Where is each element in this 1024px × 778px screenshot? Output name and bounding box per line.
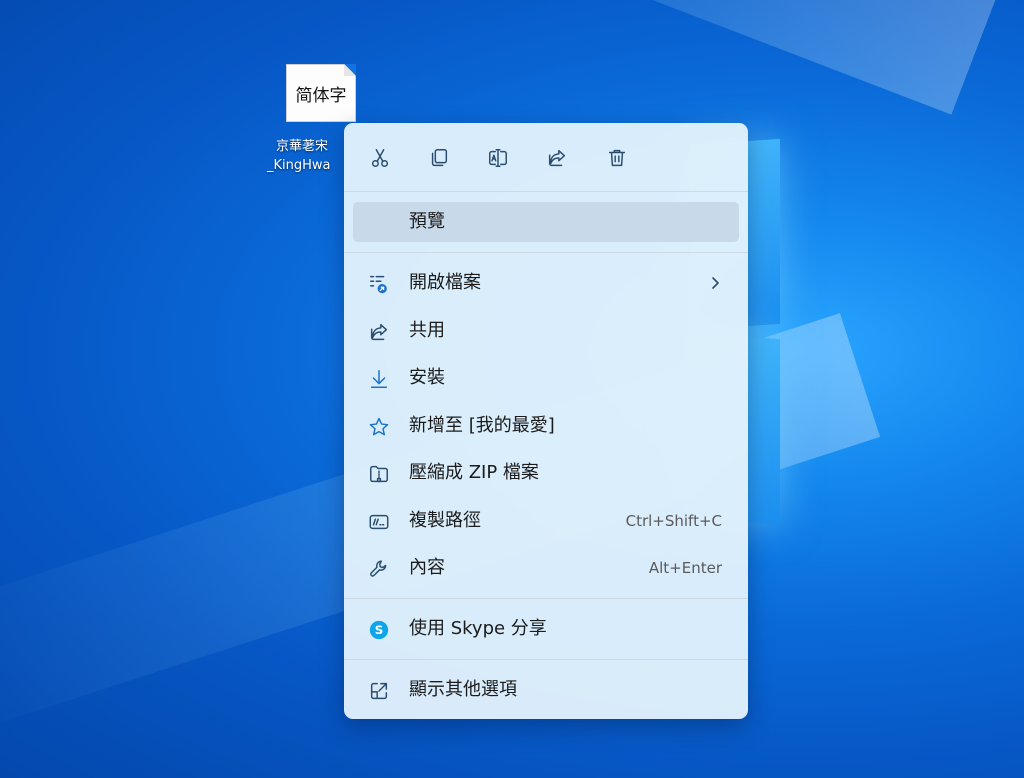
- menu-divider: [344, 659, 748, 660]
- shortcut-label: Ctrl+Shift+C: [625, 512, 722, 530]
- scissors-icon: [371, 149, 389, 167]
- cut-button[interactable]: [365, 143, 395, 173]
- download-icon: [367, 367, 391, 391]
- menu-item-label: 使用 Skype 分享: [409, 618, 547, 639]
- font-thumbnail-text: 简体字: [295, 85, 347, 106]
- menu-item-add-favorite[interactable]: 新增至 [我的最愛]: [353, 406, 739, 446]
- menu-item-label: 開啟檔案: [409, 272, 481, 293]
- share-icon: [367, 320, 391, 344]
- rename-button[interactable]: [483, 143, 513, 173]
- menu-divider: [344, 598, 748, 599]
- menu-item-label: 內容: [409, 557, 445, 578]
- menu-item-open-with[interactable]: 開啟檔案: [353, 263, 739, 303]
- menu-item-label: 顯示其他選項: [409, 679, 517, 700]
- copy-path-icon: [367, 510, 391, 534]
- menu-item-install[interactable]: 安裝: [353, 358, 739, 398]
- menu-divider: [344, 252, 748, 253]
- menu-item-label: 新增至 [我的最愛]: [409, 415, 555, 436]
- share-button[interactable]: [542, 143, 572, 173]
- menu-item-preview[interactable]: 預覽: [353, 202, 739, 242]
- context-menu-toolbar: [344, 123, 748, 191]
- zip-folder-icon: [367, 462, 391, 486]
- menu-item-label: 共用: [409, 320, 445, 341]
- context-menu: 預覽 開啟檔案 共用 安裝 新增至 [我的最愛] 壓縮成 ZIP 檔案 複製路徑…: [344, 123, 748, 719]
- menu-item-share[interactable]: 共用: [353, 311, 739, 351]
- menu-item-more-options[interactable]: 顯示其他選項: [353, 670, 739, 710]
- copy-icon: [431, 149, 448, 167]
- font-file-icon[interactable]: 简体字: [286, 64, 356, 122]
- menu-item-label: 預覽: [409, 211, 445, 232]
- trash-icon: [608, 149, 626, 167]
- delete-button[interactable]: [602, 143, 632, 173]
- svg-text:S: S: [375, 623, 384, 637]
- star-icon: [367, 415, 391, 439]
- menu-divider: [344, 191, 748, 192]
- rename-icon: [489, 149, 507, 167]
- wrench-icon: [367, 557, 391, 581]
- menu-item-compress-zip[interactable]: 壓縮成 ZIP 檔案: [353, 453, 739, 493]
- chevron-right-icon: [712, 277, 719, 289]
- more-options-icon: [367, 679, 391, 703]
- menu-item-label: 複製路徑: [409, 510, 481, 531]
- shortcut-label: Alt+Enter: [648, 559, 722, 577]
- copy-button[interactable]: [424, 143, 454, 173]
- menu-item-copy-path[interactable]: 複製路徑 Ctrl+Shift+C: [353, 501, 739, 541]
- menu-item-label: 壓縮成 ZIP 檔案: [409, 462, 539, 483]
- menu-item-properties[interactable]: 內容 Alt+Enter: [353, 548, 739, 588]
- file-fold-corner: [344, 64, 356, 76]
- share-icon: [548, 149, 566, 167]
- menu-item-skype-share[interactable]: S 使用 Skype 分享: [353, 609, 739, 649]
- menu-item-label: 安裝: [409, 367, 445, 388]
- skype-icon: S: [367, 618, 391, 642]
- open-with-icon: [367, 272, 391, 296]
